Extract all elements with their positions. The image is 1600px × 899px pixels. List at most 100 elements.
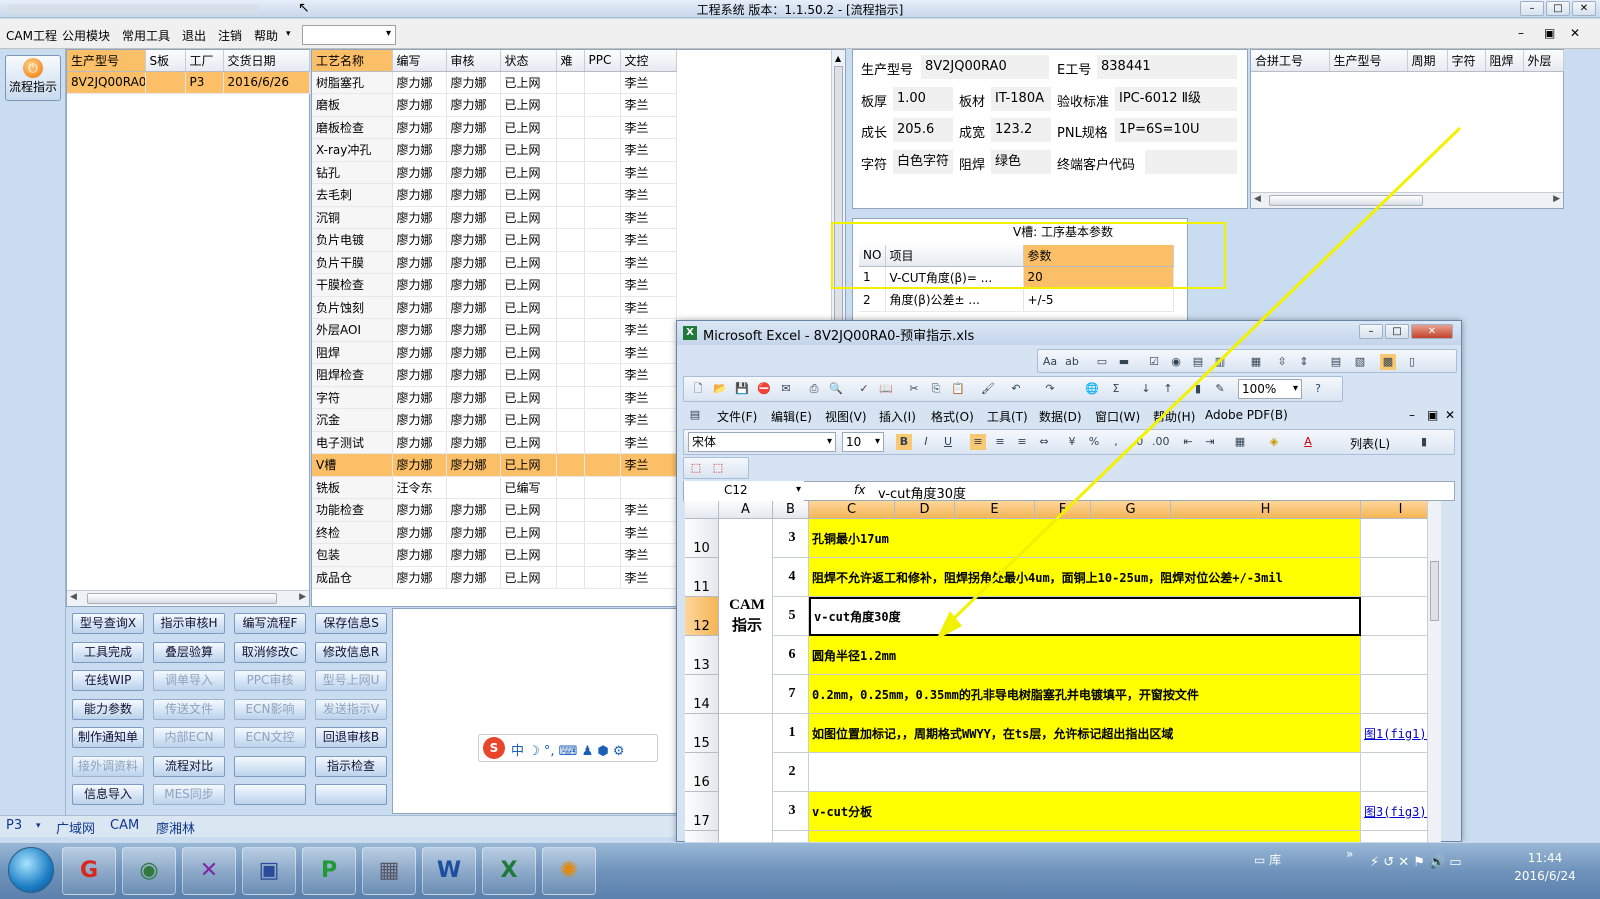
code-icon[interactable]: ▧ xyxy=(1352,354,1368,370)
font-select[interactable]: 宋体 xyxy=(688,432,836,452)
cell-b[interactable]: 3 xyxy=(773,519,809,558)
model-col-header[interactable]: 交货日期 xyxy=(223,50,310,72)
e-value[interactable]: 838441 xyxy=(1097,55,1237,79)
bold-icon[interactable]: B xyxy=(896,434,912,450)
col-header-H[interactable]: H xyxy=(1171,501,1361,519)
fill-color-icon[interactable]: ◈ xyxy=(1266,434,1282,450)
process-row[interactable]: 沉金 廖力娜 廖力娜 已上网 李兰 xyxy=(312,408,677,432)
formula-input[interactable]: v-cut角度30度 xyxy=(878,483,966,502)
excel-menu-help[interactable]: 帮助(H) xyxy=(1153,408,1195,425)
excel-menu-window[interactable]: 窗口(W) xyxy=(1095,408,1140,425)
col-header-B[interactable]: B xyxy=(773,501,809,519)
toggle-grid-icon[interactable]: ▩ xyxy=(1380,354,1396,370)
excel-menu-view[interactable]: 视图(V) xyxy=(825,408,867,425)
width-value[interactable]: 123.2 xyxy=(991,118,1051,142)
cell-b[interactable]: 4 xyxy=(773,558,809,597)
merged-col-header[interactable]: 字符 xyxy=(1447,50,1486,72)
process-col-header[interactable]: 难 xyxy=(556,50,585,72)
list-button[interactable]: 列表(L) xyxy=(1350,435,1390,452)
merged-col-header[interactable]: 周期 xyxy=(1407,50,1448,72)
process-col-header[interactable]: 状态 xyxy=(500,50,557,72)
action-button[interactable]: 叠层验算 xyxy=(153,641,225,663)
row-header[interactable]: 17 xyxy=(685,792,719,831)
taskbar-app-g-icon[interactable]: G xyxy=(62,847,116,895)
start-button[interactable] xyxy=(8,847,54,893)
format-painter-icon[interactable]: 🖌 xyxy=(980,381,996,397)
process-row[interactable]: 去毛刺 廖力娜 廖力娜 已上网 李兰 xyxy=(312,183,677,207)
name-box[interactable]: C12 xyxy=(684,481,804,501)
cell-c[interactable]: v-cut分板 xyxy=(809,792,1361,831)
process-col-header[interactable]: 编写 xyxy=(392,50,447,72)
save-icon[interactable]: 💾 xyxy=(734,381,750,397)
excel-minimize-button[interactable]: – xyxy=(1359,324,1383,339)
textbox-icon[interactable]: ab xyxy=(1064,354,1080,370)
taskbar-x-icon[interactable]: ✕ xyxy=(182,847,236,895)
currency-icon[interactable]: ¥ xyxy=(1064,434,1080,450)
open-icon[interactable]: 📂 xyxy=(712,381,728,397)
cell-a-cam-guide[interactable]: CAM 指示 xyxy=(719,519,773,714)
process-row[interactable]: 包装 廖力娜 廖力娜 已上网 李兰 xyxy=(312,543,677,567)
action-button[interactable]: 接外调资料 xyxy=(72,755,144,777)
italic-icon[interactable]: I xyxy=(918,434,934,450)
process-row[interactable]: 电子测试 廖力娜 廖力娜 已上网 李兰 xyxy=(312,431,677,454)
action-button[interactable]: 能力参数 xyxy=(72,698,144,720)
underline-icon[interactable]: U xyxy=(940,434,956,450)
model-col-header[interactable]: 工厂 xyxy=(185,50,224,72)
taskbar-shell-icon[interactable]: ✺ xyxy=(542,847,596,895)
model-table-hscroll[interactable]: ◀ ▶ xyxy=(67,590,309,606)
taskbar-excel-icon[interactable]: X xyxy=(482,847,536,895)
cell-b[interactable]: 7 xyxy=(773,675,809,714)
material-value[interactable]: IT-180A xyxy=(991,87,1051,111)
borders-icon[interactable]: ▦ xyxy=(1232,434,1248,450)
cell-a-process[interactable]: 工序 xyxy=(719,714,773,843)
cell-b[interactable]: 3 xyxy=(773,792,809,831)
status-dropdown-icon[interactable]: ▾ xyxy=(36,821,41,831)
taskbar-word-icon[interactable]: W xyxy=(422,847,476,895)
sheet-icon[interactable]: ▤ xyxy=(687,407,703,423)
action-button[interactable]: 指示审核H xyxy=(153,613,225,634)
action-button[interactable] xyxy=(234,755,306,777)
checkbox-icon[interactable]: ☑ xyxy=(1146,354,1162,370)
standard-value[interactable]: IPC-6012 Ⅱ级 xyxy=(1115,87,1237,111)
process-row[interactable]: 负片干膜 廖力娜 廖力娜 已上网 李兰 xyxy=(312,251,677,274)
minimize-button[interactable]: – xyxy=(1520,1,1544,16)
menu-common[interactable]: 公用模块 xyxy=(62,27,110,44)
research-icon[interactable]: 📖 xyxy=(878,381,894,397)
frame-icon[interactable]: ▭ xyxy=(1094,354,1110,370)
sheet-vscroll[interactable] xyxy=(1427,501,1441,843)
menu-cam[interactable]: CAM工程 xyxy=(6,27,57,44)
line-icon[interactable]: ▬ xyxy=(1116,354,1132,370)
action-button[interactable]: ECN文控 xyxy=(234,727,306,748)
process-col-header[interactable]: 审核 xyxy=(446,50,501,72)
model-col-header[interactable]: 生产型号 xyxy=(67,50,146,72)
action-button[interactable]: 修改信息R xyxy=(315,641,387,663)
permission-icon[interactable]: ⛔ xyxy=(756,381,772,397)
combo-icon[interactable]: ▥ xyxy=(1212,354,1228,370)
cell-c[interactable]: 如图位置加标记，，周期格式WWYY，在ts层，允许标记超出指出区域 xyxy=(809,714,1361,753)
ime-toolbar[interactable]: S 中 ☽ °, ⌨ ♟ ⬢ ⚙ xyxy=(478,734,658,762)
doc-close[interactable]: ✕ xyxy=(1445,408,1455,422)
merge-icon[interactable]: ⇔ xyxy=(1036,434,1052,450)
excel-menu-adobe[interactable]: Adobe PDF(B) xyxy=(1205,408,1288,422)
process-row[interactable]: X-ray冲孔 廖力娜 廖力娜 已上网 李兰 xyxy=(312,138,677,162)
action-button[interactable]: 内部ECN xyxy=(153,727,225,748)
cell-c[interactable] xyxy=(809,753,1361,792)
customer-code-value[interactable] xyxy=(1145,150,1237,174)
spelling-icon[interactable]: ✓ xyxy=(856,381,872,397)
mask-value[interactable]: 绿色 xyxy=(991,150,1051,174)
col-header-D[interactable]: D xyxy=(895,501,955,519)
menu-exit[interactable]: 退出 xyxy=(182,27,206,44)
maximize-button[interactable]: □ xyxy=(1546,1,1570,16)
menu-tools[interactable]: 常用工具 xyxy=(122,27,170,44)
cell-c[interactable]: 圆角半径1.2mm xyxy=(809,636,1361,675)
action-button[interactable] xyxy=(234,784,306,805)
new-icon[interactable]: 🗋 xyxy=(690,381,706,397)
excel-menu-edit[interactable]: 编辑(E) xyxy=(771,408,812,425)
process-col-header[interactable]: 文控 xyxy=(620,50,677,72)
merged-col-header[interactable]: 合拼工号 xyxy=(1251,50,1330,72)
cell-b[interactable]: 2 xyxy=(773,753,809,792)
paste-icon[interactable]: 📋 xyxy=(950,381,966,397)
row-header[interactable]: 15 xyxy=(685,714,719,753)
copy-icon[interactable]: ⎘ xyxy=(928,381,944,397)
process-row[interactable]: 磨板 廖力娜 廖力娜 已上网 李兰 xyxy=(312,93,677,117)
